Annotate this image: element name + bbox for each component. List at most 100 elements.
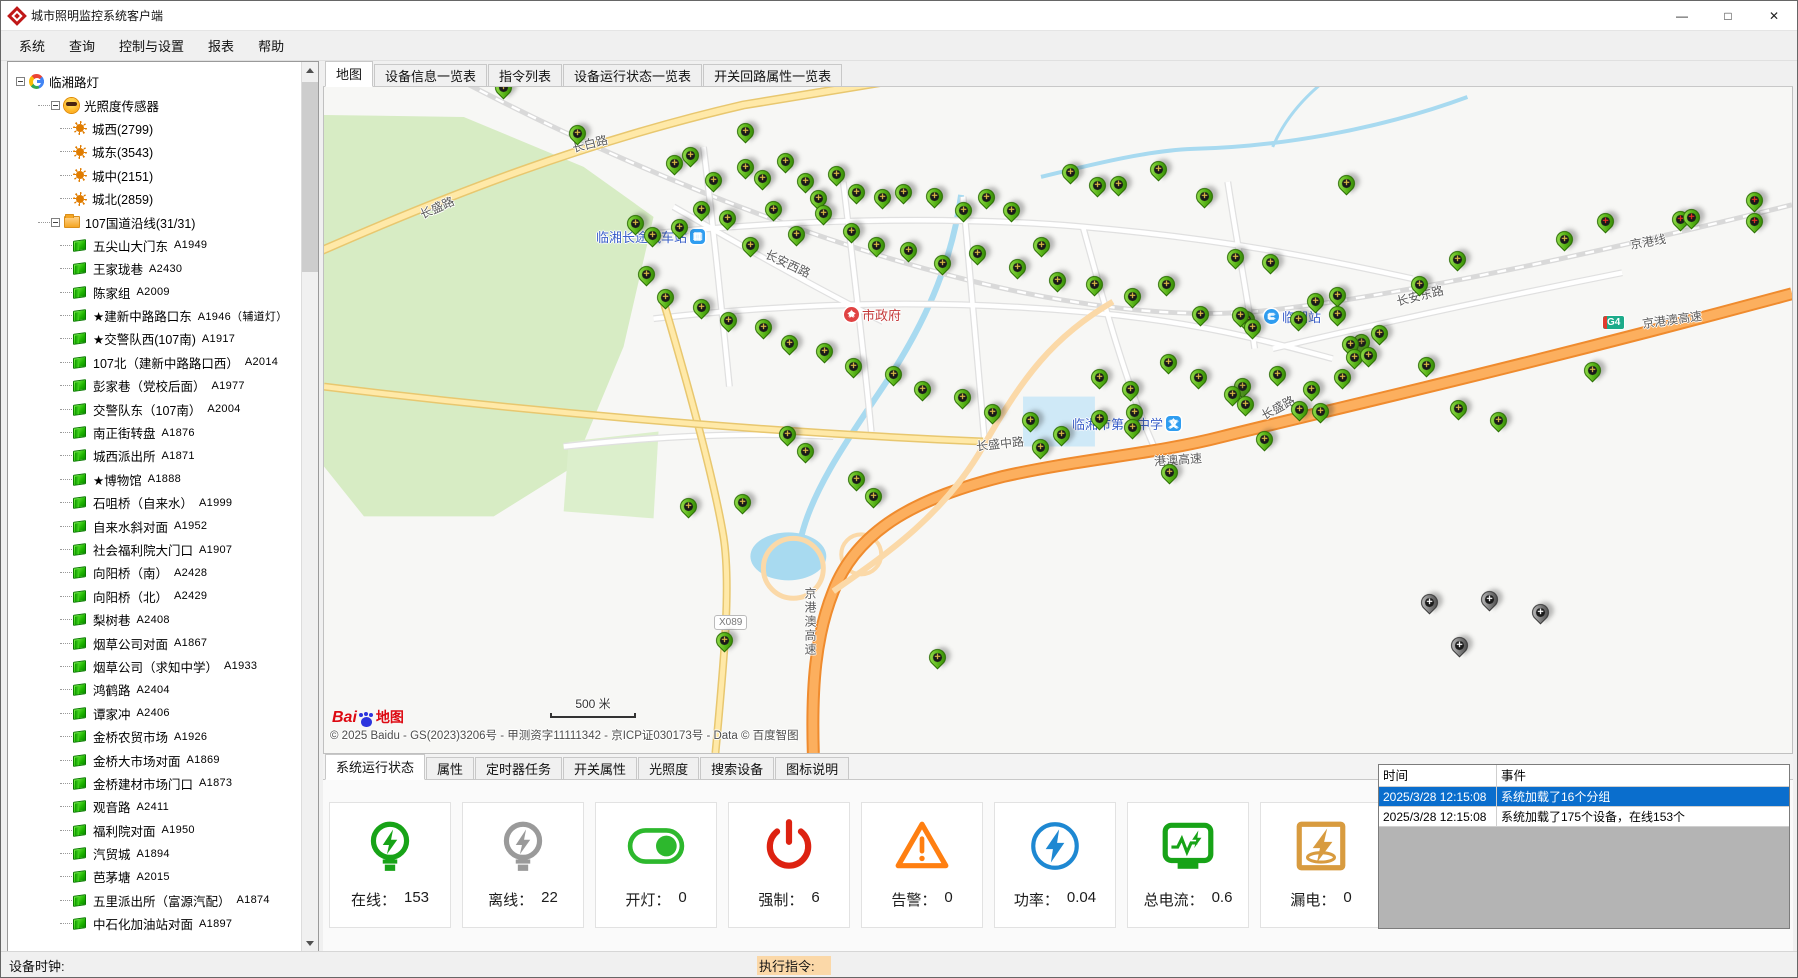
map[interactable]: 长盛路长白路长安西路长安东路长盛中路港澳高速京港澳高速京港线长盛路京港澳高速临湘…	[323, 87, 1793, 754]
close-button[interactable]: ✕	[1751, 1, 1797, 30]
tree-item-device-10[interactable]: ★博物馆A1888	[8, 468, 301, 491]
tree-item-device-24[interactable]: 观音路A2411	[8, 795, 301, 818]
tree-item-device-11[interactable]: 石咀桥（自来水）A1999	[8, 491, 301, 514]
menu-item-4[interactable]: 帮助	[246, 32, 296, 59]
device-pin-offline[interactable]: +	[1531, 603, 1549, 629]
device-pin-online[interactable]: +	[692, 298, 710, 324]
tree-item-device-13[interactable]: 社会福利院大门口A1907	[8, 538, 301, 561]
device-pin-online[interactable]: +	[1555, 230, 1573, 256]
device-pin-online[interactable]: +	[656, 288, 674, 314]
tree-item-device-12[interactable]: 自来水斜对面A1952	[8, 514, 301, 537]
device-pin-online[interactable]: +	[1311, 402, 1329, 428]
bottom-tab-6[interactable]: 图标说明	[775, 757, 849, 779]
device-pin-online[interactable]: +	[778, 425, 796, 451]
device-pin-online[interactable]: +	[873, 188, 891, 214]
device-pin-online[interactable]: +	[867, 236, 885, 262]
device-pin-online[interactable]: +	[968, 244, 986, 270]
event-row-1[interactable]: 2025/3/28 12:15:08系统加载了175个设备，在线153个	[1379, 807, 1789, 827]
tree-item-device-18[interactable]: 烟草公司（求知中学）A1933	[8, 655, 301, 678]
device-pin-online[interactable]: +	[1157, 275, 1175, 301]
tree-item-device-28[interactable]: 五里派出所（富源汽配）A1874	[8, 889, 301, 912]
device-pin-online[interactable]: +	[780, 334, 798, 360]
map-tab-2[interactable]: 指令列表	[488, 64, 562, 86]
tree-item-device-9[interactable]: 城西派出所A1871	[8, 444, 301, 467]
maximize-button[interactable]: □	[1705, 1, 1751, 30]
bottom-tab-1[interactable]: 属性	[426, 757, 474, 779]
tree-item-device-27[interactable]: 芭茅塘A2015	[8, 865, 301, 888]
device-pin-online[interactable]: +	[1290, 400, 1308, 426]
device-pin-online[interactable]: +	[736, 122, 754, 148]
device-pin-online[interactable]: +	[1088, 176, 1106, 202]
device-pin-online[interactable]: +	[718, 209, 736, 235]
device-pin-online[interactable]: +	[754, 318, 772, 344]
map-tab-0[interactable]: 地图	[325, 61, 373, 87]
tree-group-sensors[interactable]: 光照度传感器	[8, 93, 301, 116]
device-pin-online[interactable]: +	[954, 201, 972, 227]
device-pin-online[interactable]: +	[741, 236, 759, 262]
device-pin-online[interactable]: +	[1583, 361, 1601, 387]
device-pin-online[interactable]: +	[626, 214, 644, 240]
menu-item-1[interactable]: 查询	[57, 32, 107, 59]
tree-item-device-5[interactable]: 107北（建新中路路口西）A2014	[8, 351, 301, 374]
device-pin-online[interactable]: +	[1061, 163, 1079, 189]
device-pin-online[interactable]: +	[842, 222, 860, 248]
device-pin-online[interactable]: +	[1417, 356, 1435, 382]
device-pin-online[interactable]: +	[1109, 175, 1127, 201]
device-pin-online[interactable]: +	[1410, 275, 1428, 301]
device-pin-online[interactable]: +	[568, 124, 586, 150]
device-pin-offline[interactable]: +	[1420, 593, 1438, 619]
device-pin-online[interactable]: +	[1123, 418, 1141, 444]
tree-item-device-6[interactable]: 彭家巷（党校后面）A1977	[8, 374, 301, 397]
device-pin-online[interactable]: +	[670, 218, 688, 244]
device-pin-online[interactable]: +	[753, 169, 771, 195]
device-pin-online[interactable]: +	[1002, 201, 1020, 227]
device-pin-online[interactable]: +	[844, 357, 862, 383]
device-pin-online[interactable]: +	[1261, 253, 1279, 279]
map-tab-3[interactable]: 设备运行状态一览表	[563, 64, 702, 86]
device-pin-online[interactable]: +	[1048, 271, 1066, 297]
device-pin-online[interactable]: +	[704, 171, 722, 197]
device-pin-online[interactable]: +	[1052, 425, 1070, 451]
tree-item-device-21[interactable]: 金桥农贸市场A1926	[8, 725, 301, 748]
device-pin-online[interactable]: +	[983, 403, 1001, 429]
tree-group-devices[interactable]: 107国道沿线(31/31)	[8, 210, 301, 233]
device-pin-online[interactable]: +	[925, 187, 943, 213]
device-pin-online[interactable]: +	[1021, 411, 1039, 437]
device-pin-online[interactable]: +	[1359, 346, 1377, 372]
map-tab-4[interactable]: 开关回路属性一览表	[703, 64, 842, 86]
map-tab-1[interactable]: 设备信息一览表	[374, 64, 487, 86]
tree-item-device-0[interactable]: 五尖山大门东A1949	[8, 234, 301, 257]
device-pin-online[interactable]: +	[864, 487, 882, 513]
tree-scrollbar[interactable]	[301, 62, 318, 952]
device-pin-online[interactable]: +	[736, 158, 754, 184]
device-pin-online[interactable]: +	[494, 87, 512, 104]
device-pin-online[interactable]: +	[847, 470, 865, 496]
device-pin-online[interactable]: +	[1268, 365, 1286, 391]
device-pin-online[interactable]: +	[1489, 411, 1507, 437]
device-pin-online[interactable]: +	[1160, 463, 1178, 489]
device-pin-online[interactable]: +	[733, 493, 751, 519]
device-pin-online[interactable]: +	[814, 204, 832, 230]
bottom-tab-5[interactable]: 搜索设备	[700, 757, 774, 779]
tree-item-device-15[interactable]: 向阳桥（北）A2429	[8, 585, 301, 608]
device-pin-online[interactable]: +	[1243, 318, 1261, 344]
device-pin-online[interactable]: +	[977, 188, 995, 214]
menu-item-2[interactable]: 控制与设置	[107, 32, 196, 59]
device-pin-online[interactable]: +	[1085, 275, 1103, 301]
device-pin-online[interactable]: +	[1032, 236, 1050, 262]
device-pin-online[interactable]: +	[1090, 368, 1108, 394]
tree-item-device-4[interactable]: ★交警队西(107南)A1917	[8, 327, 301, 350]
device-pin-forced[interactable]: +	[1745, 212, 1763, 238]
tree-item-device-19[interactable]: 鸿鹤路A2404	[8, 678, 301, 701]
device-pin-online[interactable]: +	[1337, 174, 1355, 200]
device-pin-online[interactable]: +	[1236, 395, 1254, 421]
scroll-thumb[interactable]	[302, 82, 318, 272]
tree-item-device-1[interactable]: 王家珑巷A2430	[8, 257, 301, 280]
device-pin-online[interactable]: +	[1306, 292, 1324, 318]
device-pin-online[interactable]: +	[719, 311, 737, 337]
tree-item-sensor-3[interactable]: 城北(2859)	[8, 187, 301, 210]
device-pin-online[interactable]: +	[637, 265, 655, 291]
bottom-tab-0[interactable]: 系统运行状态	[325, 754, 425, 780]
device-pin-forced[interactable]: +	[1682, 208, 1700, 234]
tree-item-device-2[interactable]: 陈家组A2009	[8, 281, 301, 304]
